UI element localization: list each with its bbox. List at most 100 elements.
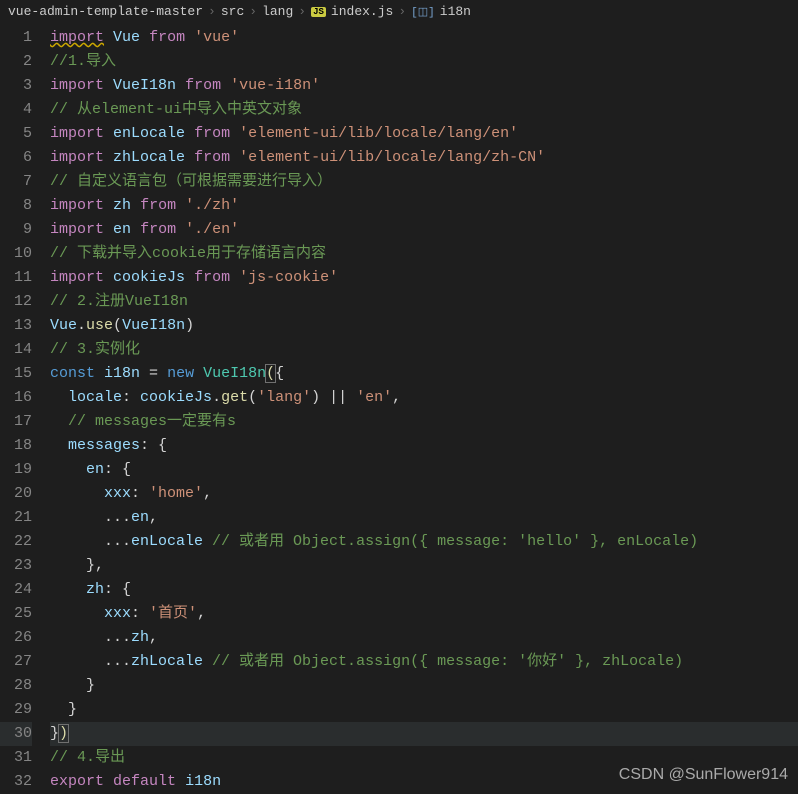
token	[176, 77, 185, 94]
line-number: 18	[0, 434, 32, 458]
code-line[interactable]: messages: {	[50, 434, 798, 458]
line-number: 28	[0, 674, 32, 698]
line-number: 11	[0, 266, 32, 290]
token: : {	[104, 581, 131, 598]
code-line[interactable]: // 2.注册VueI18n	[50, 290, 798, 314]
line-number: 27	[0, 650, 32, 674]
line-number: 7	[0, 170, 32, 194]
token: from	[140, 197, 176, 214]
code-line[interactable]: // 从element-ui中导入中英文对象	[50, 98, 798, 122]
code-line[interactable]: // 3.实例化	[50, 338, 798, 362]
code-line[interactable]: import VueI18n from 'vue-i18n'	[50, 74, 798, 98]
token: VueI18n	[122, 317, 185, 334]
token: const	[50, 365, 95, 382]
code-line[interactable]: import zh from './zh'	[50, 194, 798, 218]
code-line[interactable]: // 下载并导入cookie用于存储语言内容	[50, 242, 798, 266]
code-line[interactable]: import en from './en'	[50, 218, 798, 242]
token: '首页'	[149, 605, 197, 622]
breadcrumb-file[interactable]: index.js	[331, 4, 393, 19]
breadcrumb-src[interactable]: src	[221, 4, 244, 19]
code-line[interactable]: }	[50, 674, 798, 698]
token	[194, 365, 203, 382]
token: Vue	[113, 29, 140, 46]
watermark: CSDN @SunFlower914	[619, 766, 788, 784]
line-number-gutter: 1234567891011121314151617181920212223242…	[0, 26, 50, 794]
code-line[interactable]: xxx: '首页',	[50, 602, 798, 626]
token: xxx	[104, 485, 131, 502]
token: (	[248, 389, 257, 406]
token: // 4.导出	[50, 749, 125, 766]
token: ...	[50, 533, 131, 550]
token: import	[50, 221, 104, 238]
code-line[interactable]: }	[50, 698, 798, 722]
token: VueI18n	[113, 77, 176, 94]
code-line[interactable]: locale: cookieJs.get('lang') || 'en',	[50, 386, 798, 410]
token: // 下载并导入cookie用于存储语言内容	[50, 245, 326, 262]
breadcrumb[interactable]: vue-admin-template-master › src › lang ›…	[0, 0, 798, 23]
code-line[interactable]: ...en,	[50, 506, 798, 530]
token: './zh'	[185, 197, 239, 214]
code-line[interactable]: },	[50, 554, 798, 578]
code-line[interactable]: // messages一定要有s	[50, 410, 798, 434]
breadcrumb-lang[interactable]: lang	[262, 4, 293, 19]
token: use	[86, 317, 113, 334]
code-line[interactable]: Vue.use(VueI18n)	[50, 314, 798, 338]
token: VueI18n	[203, 365, 266, 382]
token: ...	[50, 509, 131, 526]
token: )	[185, 317, 194, 334]
code-line[interactable]: ...zh,	[50, 626, 798, 650]
code-line[interactable]: ...enLocale // 或者用 Object.assign({ messa…	[50, 530, 798, 554]
code-line[interactable]: })	[50, 722, 798, 746]
token	[176, 221, 185, 238]
code-line[interactable]: zh: {	[50, 578, 798, 602]
token: // 自定义语言包（可根据需要进行导入）	[50, 173, 332, 190]
token: =	[140, 365, 167, 382]
code-line[interactable]: import cookieJs from 'js-cookie'	[50, 266, 798, 290]
token	[131, 221, 140, 238]
token: zh	[113, 197, 131, 214]
token: import	[50, 149, 104, 166]
token	[104, 125, 113, 142]
token: ,	[392, 389, 401, 406]
code-line[interactable]: //1.导入	[50, 50, 798, 74]
code-line[interactable]: // 自定义语言包（可根据需要进行导入）	[50, 170, 798, 194]
token	[104, 269, 113, 286]
token: :	[131, 485, 149, 502]
token	[230, 269, 239, 286]
code-line[interactable]: ...zhLocale // 或者用 Object.assign({ messa…	[50, 650, 798, 674]
token: ,	[203, 485, 212, 502]
token	[230, 125, 239, 142]
token: // 2.注册VueI18n	[50, 293, 188, 310]
code-line[interactable]: xxx: 'home',	[50, 482, 798, 506]
token: enLocale	[131, 533, 203, 550]
line-number: 4	[0, 98, 32, 122]
token: import	[50, 77, 104, 94]
token: 'vue-i18n'	[230, 77, 320, 94]
code-line[interactable]: en: {	[50, 458, 798, 482]
code-editor[interactable]: 1234567891011121314151617181920212223242…	[0, 23, 798, 794]
breadcrumb-symbol[interactable]: i18n	[440, 4, 471, 19]
code-content[interactable]: import Vue from 'vue'//1.导入import VueI18…	[50, 26, 798, 794]
token: xxx	[104, 605, 131, 622]
line-number: 15	[0, 362, 32, 386]
token: 'element-ui/lib/locale/lang/zh-CN'	[239, 149, 545, 166]
line-number: 3	[0, 74, 32, 98]
code-line[interactable]: const i18n = new VueI18n({	[50, 362, 798, 386]
line-number: 17	[0, 410, 32, 434]
code-line[interactable]: import zhLocale from 'element-ui/lib/loc…	[50, 146, 798, 170]
token: zh	[131, 629, 149, 646]
line-number: 24	[0, 578, 32, 602]
token: ,	[149, 509, 158, 526]
token	[104, 197, 113, 214]
code-line[interactable]: import Vue from 'vue'	[50, 26, 798, 50]
token: :	[122, 389, 140, 406]
token: export	[50, 773, 104, 790]
token	[50, 485, 104, 502]
token: from	[140, 221, 176, 238]
code-line[interactable]: import enLocale from 'element-ui/lib/loc…	[50, 122, 798, 146]
breadcrumb-root[interactable]: vue-admin-template-master	[8, 4, 203, 19]
token: import	[50, 197, 104, 214]
token	[104, 77, 113, 94]
token: 'js-cookie'	[239, 269, 338, 286]
token	[185, 29, 194, 46]
